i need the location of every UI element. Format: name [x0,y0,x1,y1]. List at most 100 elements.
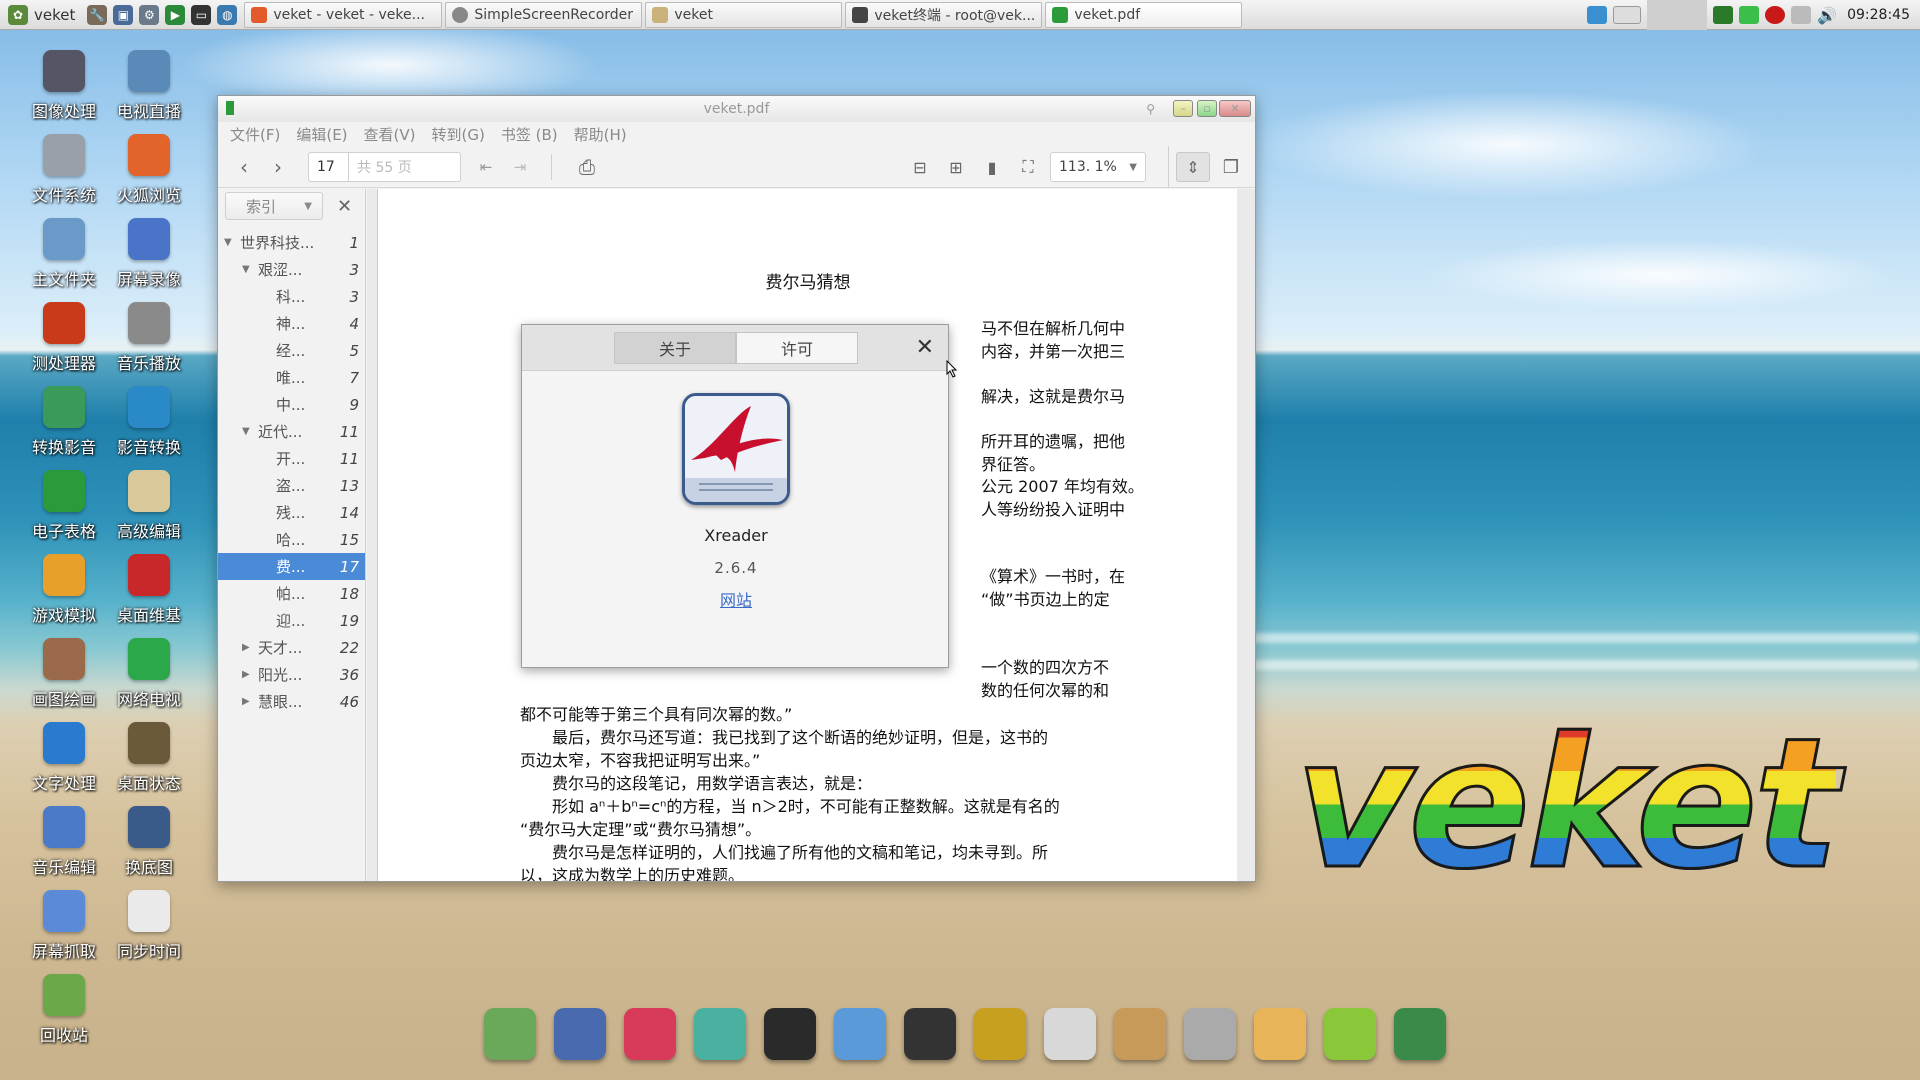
art-palette-icon[interactable] [1114,1008,1166,1060]
usb-drive-icon[interactable] [1184,1008,1236,1060]
desktop-icon[interactable]: 桌面状态 [109,722,189,794]
desktop-icon[interactable]: 画图绘画 [24,638,104,710]
menu-file[interactable]: 文件(F) [230,124,280,145]
camera-icon[interactable] [1394,1008,1446,1060]
chart-icon[interactable] [1044,1008,1096,1060]
toc-item[interactable]: ▶ 阳光... 36 [218,661,365,688]
toc-item[interactable]: 迎... 19 [218,607,365,634]
toc-item[interactable]: 残... 14 [218,499,365,526]
title-bar[interactable]: veket.pdf ⚲ – ▫ ✕ [218,96,1255,122]
desktop-icon[interactable]: 桌面维基 [109,554,189,626]
zoom-select[interactable]: 113. 1% ▼ [1050,152,1146,182]
taskbar-item[interactable]: veket [645,1,843,28]
clock[interactable]: 09:28:45 [1847,7,1910,23]
sidebar-close-icon[interactable]: ✕ [337,196,352,217]
toc-item[interactable]: 帕... 18 [218,580,365,607]
monitor-settings-icon[interactable]: ▣ [113,4,134,25]
desktop-icon[interactable]: 图像处理 [24,50,104,122]
menu-bookmarks[interactable]: 书签 (B) [501,124,558,145]
expand-arrow-icon[interactable]: ▼ [242,264,254,275]
toc-item[interactable]: ▶ 慧眼... 46 [218,688,365,715]
wrench-icon[interactable]: 🔧 [87,4,108,25]
play-icon[interactable]: ▶ [165,4,186,25]
desktop-icon[interactable]: 换底图 [109,806,189,878]
toc-item[interactable]: 哈... 15 [218,526,365,553]
collapse-arrow-icon[interactable]: ▶ [242,696,254,707]
toc-item[interactable]: 经... 5 [218,337,365,364]
tab-license[interactable]: 许可 [736,332,858,364]
zoom-out-icon[interactable]: ⊟ [908,152,932,182]
desktop-icon[interactable]: 游戏模拟 [24,554,104,626]
continuous-view-icon[interactable]: ⇕ [1176,152,1210,182]
taskbar-item[interactable]: veket - veket - veke... [244,1,443,28]
desktop-icon[interactable]: 同步时间 [109,890,189,962]
toc-item[interactable]: 开... 11 [218,445,365,472]
desktop-icon[interactable]: 屏幕录像 [109,218,189,290]
desktop-icon[interactable]: 测处理器 [24,302,104,374]
tab-about[interactable]: 关于 [614,332,736,364]
help-icon[interactable] [1324,1008,1376,1060]
desktop-icon[interactable]: 转换影音 [24,386,104,458]
terminal-icon[interactable]: ▭ [191,4,212,25]
desktop-icon[interactable]: 电视直播 [109,50,189,122]
toc-item[interactable]: 中... 9 [218,391,365,418]
taskbar-item[interactable]: SimpleScreenRecorder [445,1,643,28]
monitor-icon[interactable] [554,1008,606,1060]
menu-view[interactable]: 查看(V) [364,124,416,145]
network-icon[interactable] [834,1008,886,1060]
next-page-icon[interactable]: ⇥ [508,152,532,182]
desktop-icon[interactable]: 影音转换 [109,386,189,458]
globe-icon[interactable]: ◍ [217,4,238,25]
previous-page-icon[interactable]: ⇤ [474,152,498,182]
toc-item[interactable]: 费... 17 [218,553,365,580]
menu-go[interactable]: 转到(G) [432,124,485,145]
toc-item[interactable]: 唯... 7 [218,364,365,391]
penguin-icon[interactable] [904,1008,956,1060]
desktop-icon[interactable]: 电子表格 [24,470,104,542]
taskbar-item[interactable]: veket终端 - root@vek... [845,1,1043,28]
pin-icon[interactable]: ⚲ [1146,102,1155,116]
desktop-icon[interactable]: 屏幕抓取 [24,890,104,962]
collapse-arrow-icon[interactable]: ▶ [242,642,254,653]
drive-icon[interactable] [1791,6,1812,24]
veket-mascot-icon[interactable] [1254,1008,1306,1060]
toc-item[interactable]: 科... 3 [218,283,365,310]
desktop-icon[interactable]: 火狐浏览 [109,134,189,206]
expand-arrow-icon[interactable]: ▼ [242,426,254,437]
desktop-icon[interactable]: 高级编辑 [109,470,189,542]
menu-help[interactable]: 帮助(H) [574,124,627,145]
close-button[interactable]: ✕ [1219,100,1251,117]
toc-item[interactable]: ▼ 艰涩... 3 [218,256,365,283]
network-icon[interactable] [1587,6,1608,24]
sidebar-mode-select[interactable]: 索引 ▼ [225,192,323,220]
taskbar-item-active[interactable]: veket.pdf [1045,1,1243,28]
desktop-icon[interactable]: 音乐播放 [109,302,189,374]
desktop-icon[interactable]: 回收站 [24,974,104,1046]
volume-icon[interactable]: 🔊 [1817,6,1837,25]
zoom-in-icon[interactable]: ⊞ [944,152,968,182]
show-desktop-icon[interactable] [1613,6,1642,24]
minimize-button[interactable]: – [1173,100,1193,117]
print-icon[interactable]: ⎙ [572,152,602,182]
record-icon[interactable] [1765,6,1786,24]
dual-page-icon[interactable]: ❐ [1214,152,1248,182]
menu-edit[interactable]: 编辑(E) [296,124,347,145]
desktop-icon[interactable]: 主文件夹 [24,218,104,290]
fit-width-icon[interactable]: ⛶ [1016,152,1040,182]
desktop-icon[interactable]: 网络电视 [109,638,189,710]
desktop-icon[interactable]: 音乐编辑 [24,806,104,878]
quicktime-icon[interactable] [764,1008,816,1060]
desktop-icon[interactable]: 文件系统 [24,134,104,206]
fit-page-icon[interactable]: ▮ [980,152,1004,182]
page-number-input[interactable]: 17 [309,153,349,181]
dialog-close-icon[interactable]: ✕ [916,335,934,360]
maximize-button[interactable]: ▫ [1197,100,1217,117]
back-icon[interactable]: ‹ [232,152,256,182]
signal-icon[interactable] [1713,6,1734,24]
forward-icon[interactable]: › [266,152,290,182]
file-manager-icon[interactable] [484,1008,536,1060]
notebook-icon[interactable] [974,1008,1026,1060]
toc-item[interactable]: ▼ 近代... 11 [218,418,365,445]
website-link[interactable]: 网站 [522,587,950,611]
gear-icon[interactable]: ⚙ [139,4,160,25]
